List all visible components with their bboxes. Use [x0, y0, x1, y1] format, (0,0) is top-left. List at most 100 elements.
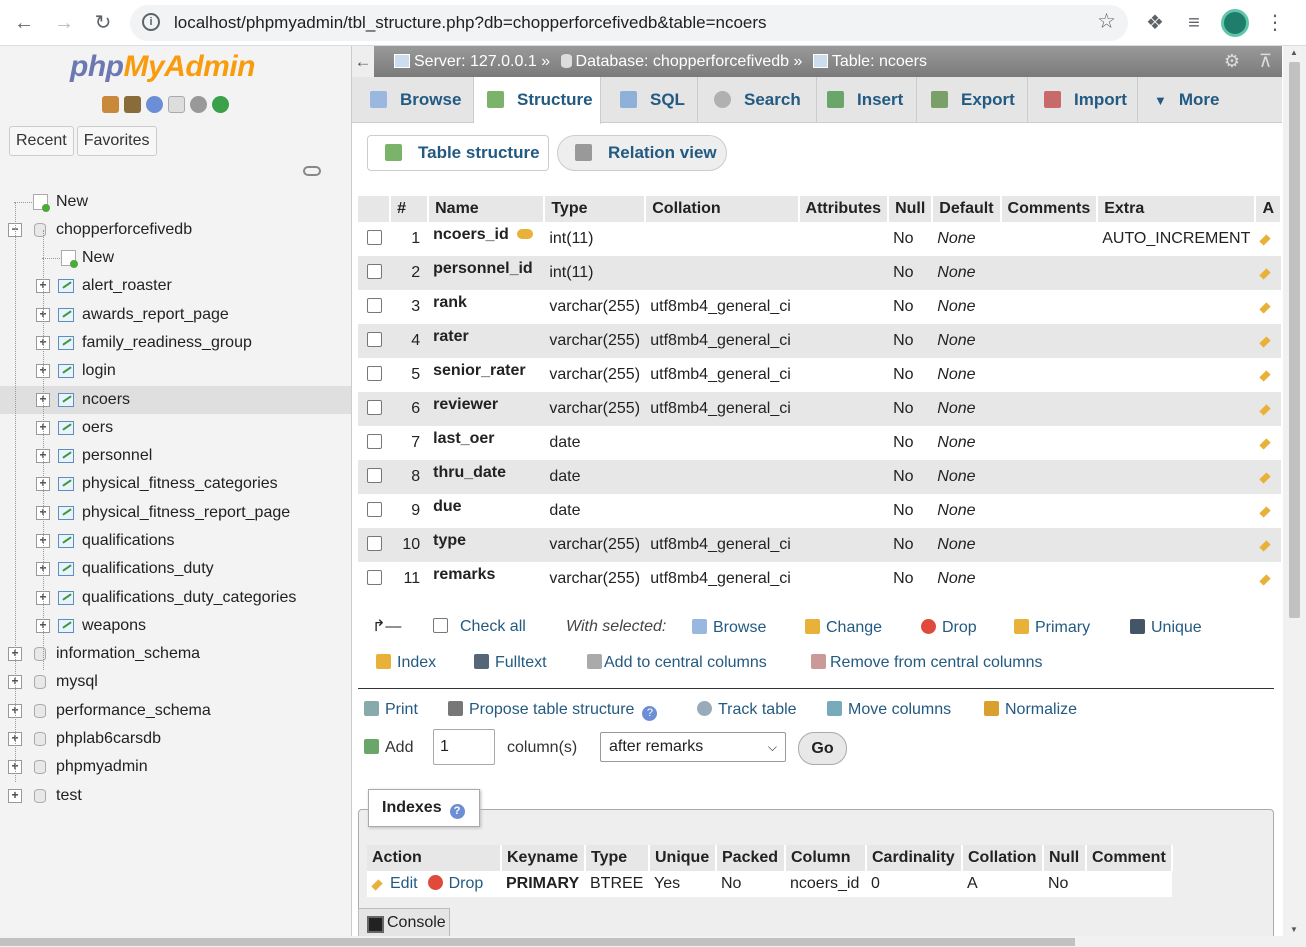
header-num[interactable]: # [390, 196, 430, 222]
bulk-change-button[interactable]: Change [805, 618, 882, 638]
column-action[interactable] [1255, 494, 1281, 528]
row-checkbox[interactable] [358, 290, 391, 324]
breadcrumb-database[interactable]: Database: chopperforcefivedb » [576, 53, 803, 70]
row-checkbox-box[interactable] [366, 536, 382, 551]
change-pencil-icon[interactable] [1259, 302, 1272, 314]
menu-kebab-icon[interactable]: ⋮ [1261, 9, 1289, 37]
column-name-text[interactable]: senior_rater [433, 362, 526, 379]
row-checkbox[interactable] [358, 494, 391, 528]
settings-gear-icon[interactable] [190, 96, 207, 113]
hscrollbar-thumb[interactable] [0, 938, 1075, 946]
scroll-down-arrow-icon[interactable]: ▼ [1290, 925, 1298, 934]
extensions-puzzle-icon[interactable]: ❖ [1141, 9, 1169, 37]
help-icon[interactable]: ? [449, 804, 465, 819]
index-edit-link[interactable]: Edit [371, 875, 418, 892]
header-collation[interactable]: Collation [645, 196, 800, 222]
address-bar[interactable]: i localhost/phpmyadmin/tbl_structure.php… [130, 5, 1128, 41]
column-name-text[interactable]: last_oer [433, 430, 494, 447]
tree-item-ncoers[interactable]: + ncoers [0, 386, 351, 414]
tree-item-oers[interactable]: + oers [0, 414, 351, 442]
tree-item-test[interactable]: + test [0, 782, 351, 810]
tab-more[interactable]: ▼ More [1138, 77, 1234, 123]
index-header-null[interactable]: Null [1043, 845, 1087, 871]
scrollbar-thumb[interactable] [1289, 62, 1300, 618]
index-header-cardinality[interactable]: Cardinality [866, 845, 963, 871]
column-action[interactable] [1255, 392, 1281, 426]
reload-nav-icon[interactable] [212, 96, 229, 113]
index-header-comment[interactable]: Comment [1086, 845, 1173, 871]
row-checkbox[interactable] [358, 256, 391, 290]
column-action[interactable] [1255, 562, 1281, 596]
bulk-unique-button[interactable]: Unique [1130, 618, 1202, 638]
tree-item-weapons[interactable]: + weapons [0, 612, 351, 640]
tree-item-personnel[interactable]: + personnel [0, 442, 351, 470]
add-central-columns-button[interactable]: Add to central columns [587, 653, 767, 673]
track-table-button[interactable]: Track table [697, 700, 797, 720]
forward-arrow-icon[interactable]: → [50, 9, 78, 37]
change-pencil-icon[interactable] [1259, 268, 1272, 280]
recent-tab[interactable]: Recent [9, 126, 74, 156]
reload-icon[interactable]: ↻ [89, 9, 117, 37]
column-name-text[interactable]: ncoers_id [433, 226, 509, 243]
collapse-nav-arrow-icon[interactable]: ← [352, 46, 374, 77]
horizontal-scrollbar[interactable] [0, 936, 1306, 947]
change-pencil-icon[interactable] [1259, 438, 1272, 450]
index-header-column[interactable]: Column [785, 845, 867, 871]
index-drop-link[interactable]: Drop [427, 875, 483, 892]
change-pencil-icon[interactable] [1259, 506, 1272, 518]
tree-item-performance-schema[interactable]: + performance_schema [0, 697, 351, 725]
print-button[interactable]: Print [364, 700, 418, 720]
column-name-text[interactable]: type [433, 532, 466, 549]
tab-insert[interactable]: Insert [817, 77, 917, 123]
row-checkbox[interactable] [358, 324, 391, 358]
breadcrumb-table[interactable]: Table: ncoers [832, 53, 927, 70]
tree-item-login[interactable]: + login [0, 357, 351, 385]
back-arrow-icon[interactable]: ← [10, 9, 38, 37]
index-header-collation[interactable]: Collation [962, 845, 1044, 871]
page-settings-gear-icon[interactable]: ⚙ [1224, 46, 1240, 77]
row-checkbox-box[interactable] [366, 298, 382, 313]
row-checkbox-box[interactable] [366, 570, 382, 585]
column-name-text[interactable]: due [433, 498, 461, 515]
tree-item-alert-roaster[interactable]: + alert_roaster [0, 272, 351, 300]
header-extra[interactable]: Extra [1097, 196, 1257, 222]
move-columns-button[interactable]: Move columns [827, 700, 951, 720]
help-icon[interactable]: ? [642, 706, 658, 721]
tree-item-physical-fitness-report-page[interactable]: + physical_fitness_report_page [0, 499, 351, 527]
row-checkbox[interactable] [358, 358, 391, 392]
row-checkbox-box[interactable] [366, 264, 382, 279]
column-action[interactable] [1255, 222, 1281, 256]
column-name-text[interactable]: remarks [433, 566, 495, 583]
tree-item-information-schema[interactable]: + information_schema [0, 640, 351, 668]
row-checkbox[interactable] [358, 460, 391, 494]
tree-item-New[interactable]: New [0, 188, 351, 216]
expand-toggle-icon[interactable]: + [8, 789, 22, 803]
tree-item-physical-fitness-categories[interactable]: + physical_fitness_categories [0, 470, 351, 498]
logout-icon[interactable] [124, 96, 141, 113]
tree-item-qualifications-duty[interactable]: + qualifications_duty [0, 555, 351, 583]
row-checkbox-box[interactable] [366, 332, 382, 347]
tree-item-mysql[interactable]: + mysql [0, 668, 351, 696]
column-name-text[interactable]: thru_date [433, 464, 506, 481]
table-structure-tab[interactable]: Table structure [367, 135, 549, 171]
column-action[interactable] [1255, 290, 1281, 324]
row-checkbox-box[interactable] [366, 400, 382, 415]
tree-item-phpmyadmin[interactable]: + phpmyadmin [0, 753, 351, 781]
tab-export[interactable]: Export [917, 77, 1028, 123]
bulk-primary-button[interactable]: Primary [1014, 618, 1090, 638]
propose-structure-button[interactable]: Propose table structure? [448, 700, 658, 721]
bookmark-star-icon[interactable]: ☆ [1097, 9, 1116, 34]
change-pencil-icon[interactable] [1259, 404, 1272, 416]
bulk-browse-button[interactable]: Browse [692, 618, 766, 638]
media-queue-icon[interactable]: ≡ [1180, 9, 1208, 37]
tab-browse[interactable]: Browse [352, 77, 474, 123]
row-checkbox-box[interactable] [366, 230, 382, 245]
header-type[interactable]: Type [544, 196, 647, 222]
header-comments[interactable]: Comments [1000, 196, 1099, 222]
tree-item-family-readiness-group[interactable]: + family_readiness_group [0, 329, 351, 357]
tree-item-qualifications-duty-categories[interactable]: + qualifications_duty_categories [0, 584, 351, 612]
index-header-unique[interactable]: Unique [649, 845, 717, 871]
normalize-button[interactable]: Normalize [984, 700, 1077, 720]
home-icon[interactable] [102, 96, 119, 113]
change-pencil-icon[interactable] [1259, 234, 1272, 246]
